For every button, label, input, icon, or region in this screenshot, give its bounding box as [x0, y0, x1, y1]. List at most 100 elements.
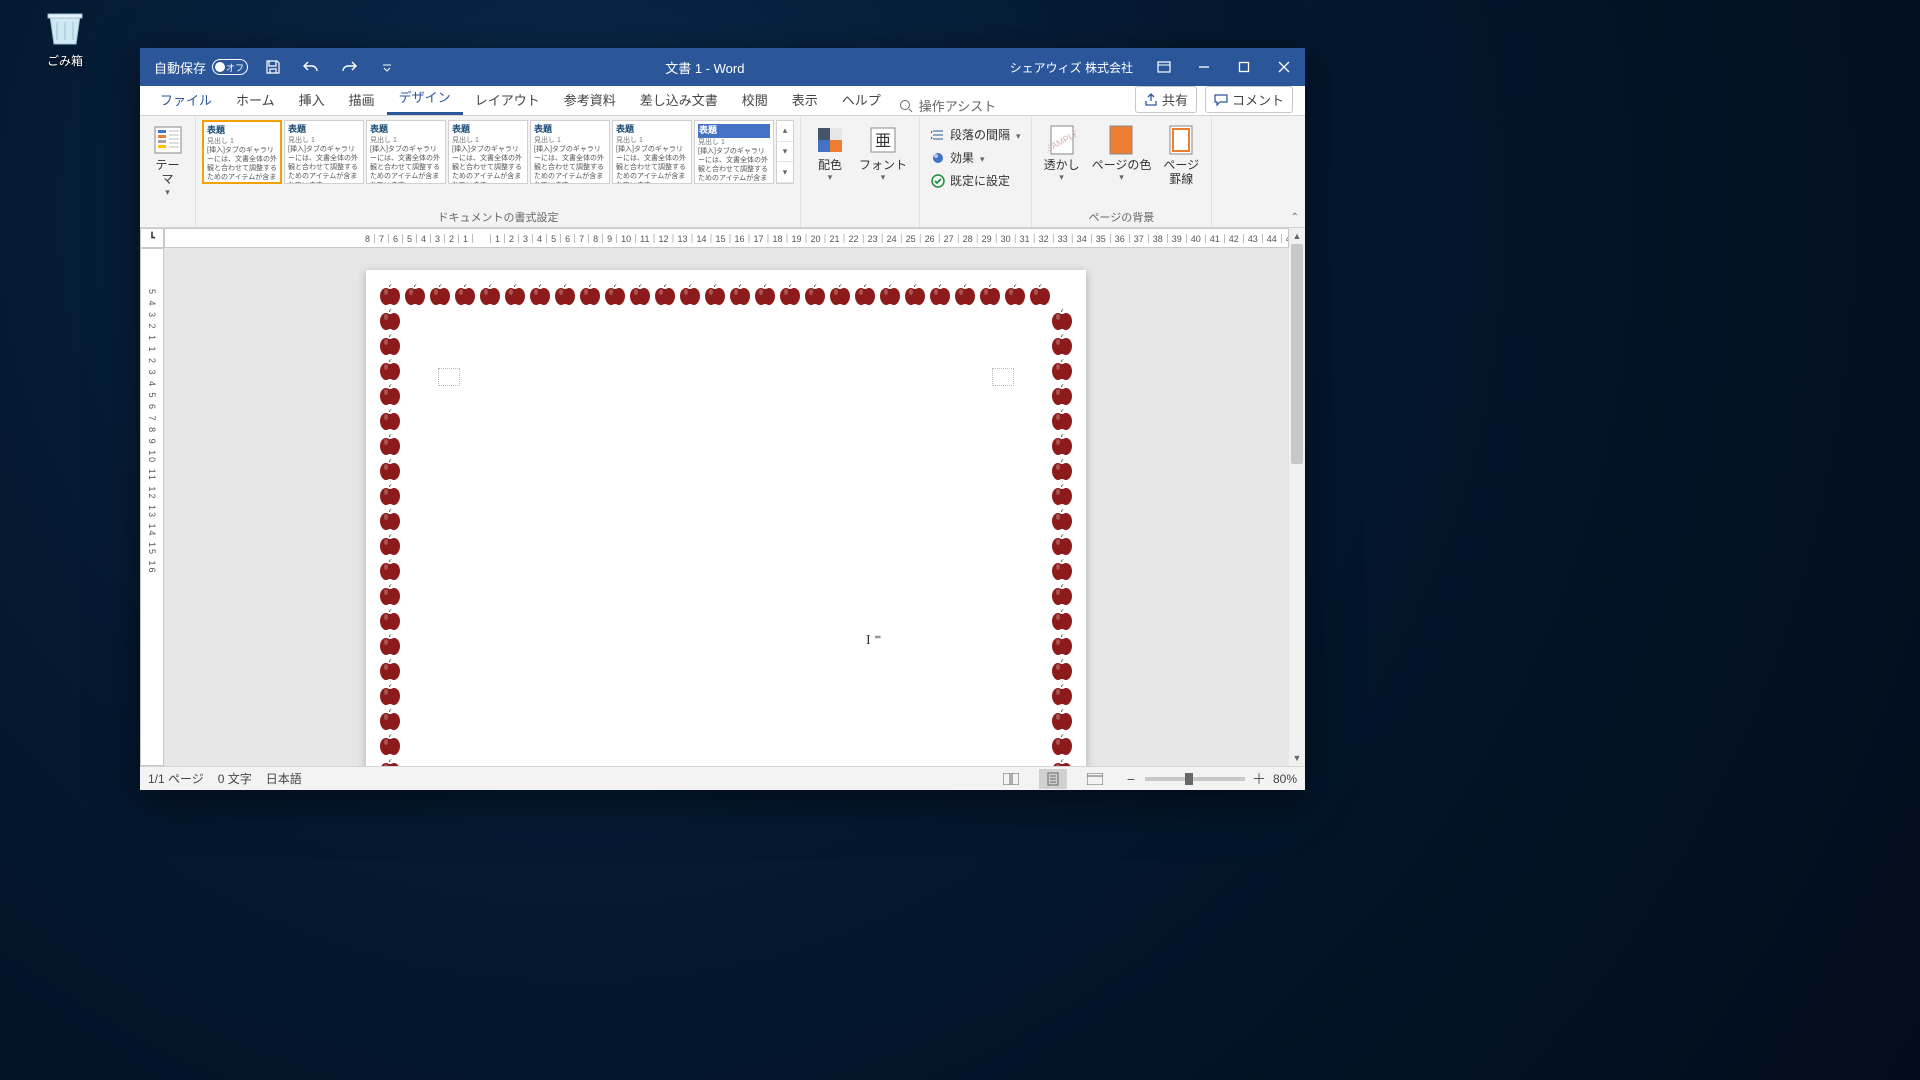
- paragraph-spacing-button[interactable]: 段落の間隔: [926, 124, 1025, 145]
- colors-button[interactable]: 配色: [807, 120, 853, 187]
- ruler-corner[interactable]: ┗: [140, 228, 164, 248]
- style-thumb-5[interactable]: 表題見出し 1[挿入]タブのギャラリーには、文書全体の外観と合わせて調整するため…: [612, 120, 692, 184]
- fonts-button[interactable]: 亜 フォント: [853, 120, 913, 187]
- vertical-scrollbar[interactable]: ▲ ▼: [1289, 228, 1305, 766]
- border-apple-icon: [378, 382, 402, 406]
- save-button[interactable]: [260, 54, 286, 80]
- border-apple-icon: [953, 282, 977, 306]
- status-page[interactable]: 1/1 ページ: [148, 770, 204, 787]
- zoom-handle[interactable]: [1185, 773, 1193, 785]
- border-apple-icon: [378, 757, 402, 766]
- tab-home[interactable]: ホーム: [224, 84, 287, 115]
- themes-label: テーマ: [155, 158, 179, 186]
- tab-help[interactable]: ヘルプ: [830, 84, 893, 115]
- paragraph-spacing-icon: [930, 127, 946, 143]
- check-icon: [930, 173, 946, 189]
- border-apple-icon: [1028, 282, 1052, 306]
- border-apple-icon: [1050, 407, 1074, 431]
- page-color-button[interactable]: ページの色: [1086, 120, 1158, 187]
- set-default-label: 既定に設定: [950, 172, 1010, 189]
- themes-button[interactable]: テーマ: [145, 120, 191, 202]
- view-read-button[interactable]: [997, 769, 1025, 789]
- comment-button[interactable]: コメント: [1205, 86, 1293, 113]
- border-apple-icon: [1050, 382, 1074, 406]
- scroll-thumb[interactable]: [1291, 244, 1303, 464]
- border-apple-icon: [378, 532, 402, 556]
- page-borders-label: ページ 罫線: [1163, 158, 1199, 187]
- vruler-numbers: 5 4 3 2 1 1 2 3 4 5 6 7 8 9 10 11 12 13 …: [147, 289, 157, 575]
- close-button[interactable]: [1265, 48, 1303, 86]
- ribbon: テーマ 表題見出し 1[挿入]タブのギャラリーには、文書全体の外観と合わせて調整…: [140, 116, 1305, 228]
- style-thumb-3[interactable]: 表題見出し 1[挿入]タブのギャラリーには、文書全体の外観と合わせて調整するため…: [448, 120, 528, 184]
- share-label: 共有: [1162, 90, 1188, 109]
- ribbon-display-button[interactable]: [1145, 48, 1183, 86]
- tab-references[interactable]: 参考資料: [552, 84, 628, 115]
- tab-insert[interactable]: 挿入: [287, 84, 337, 115]
- border-apple-icon: [378, 682, 402, 706]
- vertical-ruler[interactable]: 5 4 3 2 1 1 2 3 4 5 6 7 8 9 10 11 12 13 …: [140, 248, 164, 766]
- border-apple-icon: [603, 282, 627, 306]
- view-web-button[interactable]: [1081, 769, 1109, 789]
- style-gallery-more[interactable]: ▴▾▾: [776, 120, 794, 184]
- autosave-toggle[interactable]: 自動保存 オフ: [154, 58, 248, 77]
- document-page[interactable]: I ⁼: [366, 270, 1086, 766]
- set-default-button[interactable]: 既定に設定: [926, 170, 1014, 191]
- style-thumb-6[interactable]: 表題見出し 1[挿入]タブのギャラリーには、文書全体の外観と合わせて調整するため…: [694, 120, 774, 184]
- tell-me-search[interactable]: 操作アシスト: [893, 96, 1002, 115]
- redo-button[interactable]: [336, 54, 362, 80]
- doc-format-group-label: ドキュメントの書式設定: [202, 209, 794, 227]
- watermark-button[interactable]: SAMPLE 透かし: [1038, 120, 1086, 187]
- account-name[interactable]: シェアウィズ 株式会社: [1010, 59, 1133, 76]
- scroll-up-button[interactable]: ▲: [1289, 228, 1305, 244]
- colors-icon: [814, 124, 846, 156]
- border-apple-icon: [1050, 482, 1074, 506]
- border-apple-icon: [553, 282, 577, 306]
- minimize-button[interactable]: [1185, 48, 1223, 86]
- tab-design[interactable]: デザイン: [387, 81, 463, 115]
- tab-layout[interactable]: レイアウト: [463, 84, 552, 115]
- qat-more-button[interactable]: [374, 54, 400, 80]
- effects-button[interactable]: 効果: [926, 147, 989, 168]
- share-button[interactable]: 共有: [1135, 86, 1197, 113]
- zoom-out-button[interactable]: −: [1123, 771, 1139, 787]
- zoom-value[interactable]: 80%: [1273, 772, 1297, 786]
- autosave-state: オフ: [212, 59, 248, 75]
- status-words[interactable]: 0 文字: [218, 770, 252, 787]
- zoom-slider[interactable]: [1145, 777, 1245, 781]
- horizontal-ruler[interactable]: 8｜7｜6｜5｜4｜3｜2｜1｜ ｜1｜2｜3｜4｜5｜6｜7｜8｜9｜10｜1…: [164, 228, 1289, 248]
- border-apple-icon: [478, 282, 502, 306]
- style-thumb-1[interactable]: 表題見出し 1[挿入]タブのギャラリーには、文書全体の外観と合わせて調整するため…: [284, 120, 364, 184]
- recycle-bin[interactable]: ごみ箱: [28, 8, 102, 69]
- border-apple-icon: [1003, 282, 1027, 306]
- tab-file[interactable]: ファイル: [148, 84, 224, 115]
- undo-button[interactable]: [298, 54, 324, 80]
- collapse-ribbon-button[interactable]: ⌃: [1291, 212, 1299, 223]
- zoom-in-button[interactable]: ＋: [1251, 771, 1267, 787]
- document-title: 文書 1 - Word: [400, 58, 1010, 77]
- page-art-border: [378, 282, 1074, 766]
- border-apple-icon: [753, 282, 777, 306]
- status-bar: 1/1 ページ 0 文字 日本語 − ＋ 80%: [140, 766, 1305, 790]
- border-apple-icon: [378, 307, 402, 331]
- tab-draw[interactable]: 描画: [337, 84, 387, 115]
- view-print-button[interactable]: [1039, 769, 1067, 789]
- style-thumb-4[interactable]: 表題見出し 1[挿入]タブのギャラリーには、文書全体の外観と合わせて調整するため…: [530, 120, 610, 184]
- border-apple-icon: [378, 657, 402, 681]
- page-borders-button[interactable]: ページ 罫線: [1157, 120, 1205, 191]
- border-apple-icon: [1050, 657, 1074, 681]
- tab-view[interactable]: 表示: [780, 84, 830, 115]
- border-apple-icon: [1050, 532, 1074, 556]
- effects-icon: [930, 150, 946, 166]
- scroll-down-button[interactable]: ▼: [1289, 750, 1305, 766]
- fonts-icon: 亜: [867, 124, 899, 156]
- border-apple-icon: [903, 282, 927, 306]
- border-apple-icon: [378, 482, 402, 506]
- tab-mailings[interactable]: 差し込み文書: [628, 84, 730, 115]
- style-thumb-2[interactable]: 表題見出し 1[挿入]タブのギャラリーには、文書全体の外観と合わせて調整するため…: [366, 120, 446, 184]
- tab-review[interactable]: 校閲: [730, 84, 780, 115]
- maximize-button[interactable]: [1225, 48, 1263, 86]
- style-thumb-0[interactable]: 表題見出し 1[挿入]タブのギャラリーには、文書全体の外観と合わせて調整するため…: [202, 120, 282, 184]
- border-apple-icon: [728, 282, 752, 306]
- status-lang[interactable]: 日本語: [266, 770, 302, 787]
- svg-text:亜: 亜: [875, 133, 891, 150]
